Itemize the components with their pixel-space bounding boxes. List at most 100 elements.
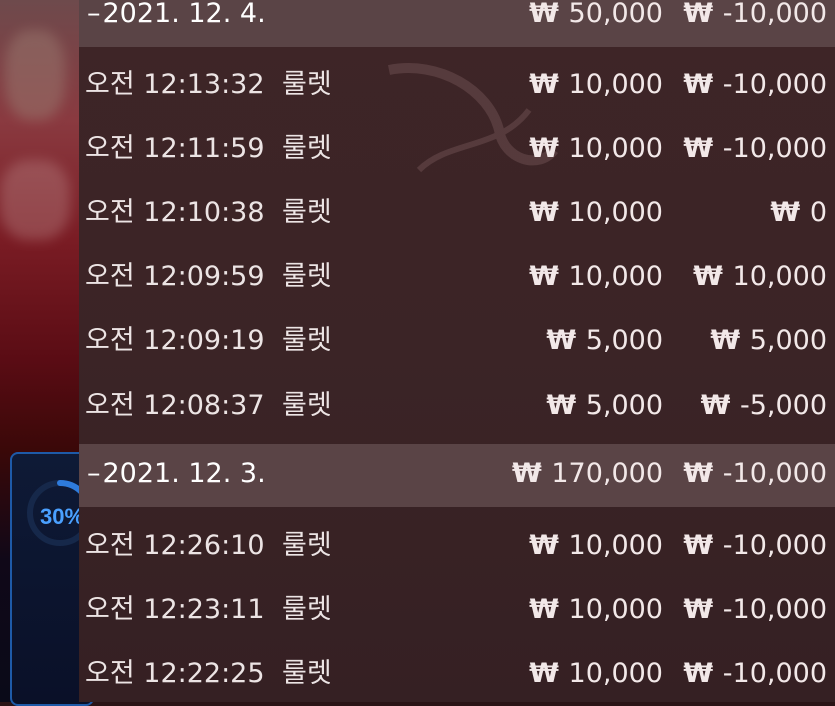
- row-time: 오전 12:26:10: [85, 530, 265, 561]
- row-net: ₩ -10,000: [683, 53, 827, 117]
- row-bet: ₩ 5,000: [546, 309, 663, 373]
- row-net-value: -10,000: [722, 133, 827, 164]
- won-icon: ₩: [529, 530, 559, 561]
- row-bet-value: 10,000: [568, 197, 663, 228]
- row-net: ₩ -10,000: [683, 578, 827, 642]
- history-row[interactable]: 오전 12:13:32 룰렛 ₩ 10,000 ₩ -10,000: [79, 53, 835, 117]
- won-icon: ₩: [683, 0, 713, 29]
- row-net-value: -10,000: [722, 530, 827, 561]
- won-icon: ₩: [710, 325, 740, 356]
- row-net-value: -10,000: [722, 69, 827, 100]
- row-bet-value: 10,000: [568, 530, 663, 561]
- won-icon: ₩: [529, 133, 559, 164]
- group-total-bet-value: 50,000: [568, 0, 663, 29]
- history-row[interactable]: 오전 12:10:38 룰렛 ₩ 10,000 ₩ 0: [79, 181, 835, 245]
- row-bet-value: 10,000: [568, 261, 663, 292]
- group-total-net: ₩ -10,000: [683, 0, 827, 44]
- won-icon: ₩: [529, 0, 559, 29]
- row-bet: ₩ 5,000: [546, 374, 663, 438]
- won-icon: ₩: [770, 197, 800, 228]
- row-game: 룰렛: [282, 261, 332, 292]
- group-total-net: ₩ -10,000: [683, 444, 827, 504]
- row-game: 룰렛: [282, 69, 332, 100]
- row-net-value: -10,000: [722, 658, 827, 689]
- row-net-value: 5,000: [749, 325, 827, 356]
- won-icon: ₩: [683, 594, 713, 625]
- row-bet: ₩ 10,000: [529, 117, 663, 181]
- row-game: 룰렛: [282, 133, 332, 164]
- won-icon: ₩: [529, 261, 559, 292]
- row-time: 오전 12:22:25: [85, 658, 265, 689]
- won-icon: ₩: [546, 390, 576, 421]
- history-row[interactable]: 오전 12:09:19 룰렛 ₩ 5,000 ₩ 5,000: [79, 309, 835, 373]
- row-bet: ₩ 10,000: [529, 245, 663, 309]
- row-game: 룰렛: [282, 197, 332, 228]
- row-bet: ₩ 10,000: [529, 181, 663, 245]
- row-net: ₩ -10,000: [683, 642, 827, 702]
- progress-label: 30%: [40, 504, 85, 529]
- row-bet-value: 10,000: [568, 133, 663, 164]
- history-panel: –2021. 12. 4. ₩ 50,000 ₩ -10,000 오전 12:13:3…: [79, 0, 835, 702]
- won-icon: ₩: [529, 594, 559, 625]
- row-bet-value: 10,000: [568, 69, 663, 100]
- group-date-text: 2021. 12. 4.: [102, 0, 266, 29]
- background-blur: [5, 30, 65, 120]
- won-icon: ₩: [683, 69, 713, 100]
- row-game: 룰렛: [282, 390, 332, 421]
- group-date: –2021. 12. 3.: [87, 444, 266, 504]
- history-row[interactable]: 오전 12:23:11 룰렛 ₩ 10,000 ₩ -10,000: [79, 578, 835, 642]
- row-net: ₩ 5,000: [710, 309, 827, 373]
- row-time: 오전 12:13:32: [85, 69, 265, 100]
- row-net: ₩ -10,000: [683, 117, 827, 181]
- row-net-value: -10,000: [722, 594, 827, 625]
- row-time: 오전 12:23:11: [85, 594, 265, 625]
- collapse-dash-icon[interactable]: –: [87, 0, 101, 29]
- group-date: –2021. 12. 4.: [87, 0, 266, 44]
- background-blur: [0, 160, 70, 240]
- row-net: ₩ 0: [770, 181, 827, 245]
- group-total-bet: ₩ 50,000: [529, 0, 663, 44]
- row-game: 룰렛: [282, 325, 332, 356]
- won-icon: ₩: [529, 69, 559, 100]
- won-icon: ₩: [529, 197, 559, 228]
- group-date-text: 2021. 12. 3.: [102, 458, 266, 489]
- row-net-value: 0: [809, 197, 827, 228]
- row-net: ₩ 10,000: [693, 245, 827, 309]
- row-bet-value: 10,000: [568, 658, 663, 689]
- row-bet: ₩ 10,000: [529, 578, 663, 642]
- won-icon: ₩: [700, 390, 731, 421]
- date-group-header[interactable]: –2021. 12. 3. ₩ 170,000 ₩ -10,000: [79, 444, 835, 507]
- group-total-bet: ₩ 170,000: [512, 444, 663, 504]
- group-total-net-value: -10,000: [722, 0, 827, 29]
- row-bet-value: 5,000: [585, 325, 663, 356]
- row-net-value: 10,000: [732, 261, 827, 292]
- row-time: 오전 12:08:37: [85, 390, 265, 421]
- won-icon: ₩: [683, 458, 713, 489]
- history-row[interactable]: 오전 12:26:10 룰렛 ₩ 10,000 ₩ -10,000: [79, 514, 835, 578]
- row-game: 룰렛: [282, 594, 332, 625]
- date-group-header[interactable]: –2021. 12. 4. ₩ 50,000 ₩ -10,000: [79, 0, 835, 47]
- row-bet-value: 10,000: [568, 594, 663, 625]
- row-game: 룰렛: [282, 530, 332, 561]
- history-row[interactable]: 오전 12:22:25 룰렛 ₩ 10,000 ₩ -10,000: [79, 642, 835, 702]
- won-icon: ₩: [693, 261, 723, 292]
- row-bet: ₩ 10,000: [529, 514, 663, 578]
- won-icon: ₩: [529, 658, 559, 689]
- row-bet: ₩ 10,000: [529, 642, 663, 702]
- row-time: 오전 12:10:38: [85, 197, 265, 228]
- won-icon: ₩: [683, 530, 713, 561]
- row-bet: ₩ 10,000: [529, 53, 663, 117]
- won-icon: ₩: [683, 658, 713, 689]
- history-row[interactable]: 오전 12:11:59 룰렛 ₩ 10,000 ₩ -10,000: [79, 117, 835, 181]
- row-net: ₩ -10,000: [683, 514, 827, 578]
- row-time: 오전 12:09:19: [85, 325, 265, 356]
- collapse-dash-icon[interactable]: –: [87, 458, 101, 489]
- row-time: 오전 12:09:59: [85, 261, 265, 292]
- won-icon: ₩: [683, 133, 713, 164]
- row-net: ₩ -5,000: [701, 374, 827, 438]
- row-bet-value: 5,000: [585, 390, 663, 421]
- history-row[interactable]: 오전 12:09:59 룰렛 ₩ 10,000 ₩ 10,000: [79, 245, 835, 309]
- history-row[interactable]: 오전 12:08:37 룰렛 ₩ 5,000 ₩ -5,000: [79, 374, 835, 438]
- row-time: 오전 12:11:59: [85, 133, 265, 164]
- row-game: 룰렛: [282, 658, 332, 689]
